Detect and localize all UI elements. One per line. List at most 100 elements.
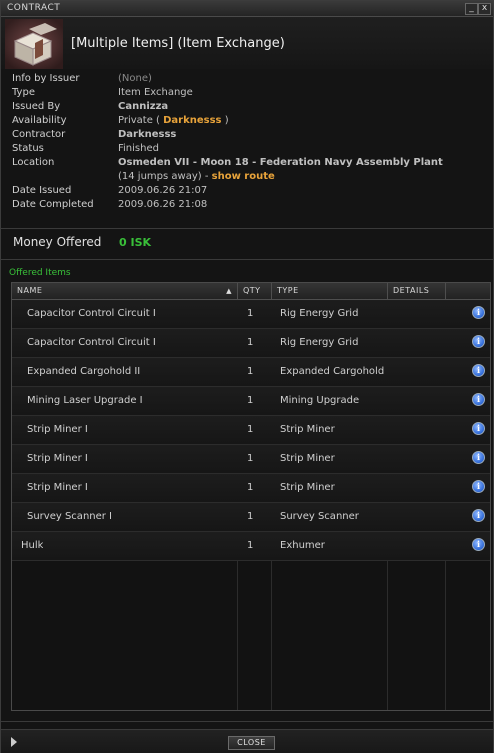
info-row-availability: Availability Private ( Darknesss ) <box>12 115 482 129</box>
item-name: Capacitor Control Circuit I <box>27 308 156 319</box>
minimize-button[interactable]: _ <box>465 3 478 15</box>
item-name: Survey Scanner I <box>27 511 113 522</box>
column-header-details[interactable]: DETAILS <box>388 283 446 299</box>
item-qty: 1 <box>247 482 254 493</box>
info-row-date-completed: Date Completed 2009.06.26 21:08 <box>12 199 482 213</box>
location-link[interactable]: Osmeden VII - Moon 18 - Federation Navy … <box>118 157 443 168</box>
close-button[interactable]: CLOSE <box>228 736 275 750</box>
column-details-label: DETAILS <box>393 286 430 295</box>
table-row[interactable]: Capacitor Control Circuit I 1 Rig Energy… <box>12 329 490 358</box>
offered-items-title: Offered Items <box>9 268 71 278</box>
show-info-icon[interactable]: i <box>472 393 485 406</box>
availability-value: Private ( Darknesss ) <box>118 115 229 126</box>
show-info-icon[interactable]: i <box>472 364 485 377</box>
date-issued-label: Date Issued <box>12 185 72 196</box>
item-type: Strip Miner <box>280 453 335 464</box>
money-offered-label: Money Offered <box>13 235 102 249</box>
column-type-label: TYPE <box>277 286 299 295</box>
item-type: Rig Energy Grid <box>280 308 359 319</box>
status-value: Finished <box>118 143 159 154</box>
item-name: Hulk <box>21 540 44 551</box>
show-info-icon[interactable]: i <box>472 480 485 493</box>
window-title: CONTRACT <box>7 3 61 13</box>
info-row-location: Location Osmeden VII - Moon 18 - Federat… <box>12 157 482 171</box>
item-type: Mining Upgrade <box>280 395 360 406</box>
item-name: Strip Miner I <box>27 424 88 435</box>
column-header-qty[interactable]: QTY <box>238 283 272 299</box>
expand-arrow-icon[interactable] <box>11 737 17 747</box>
info-by-issuer-label: Info by Issuer <box>12 73 80 84</box>
contract-icon <box>5 19 63 69</box>
item-name: Strip Miner I <box>27 453 88 464</box>
column-qty-label: QTY <box>243 286 261 295</box>
show-info-icon[interactable]: i <box>472 509 485 522</box>
item-qty: 1 <box>247 308 254 319</box>
show-route-link[interactable]: show route <box>212 171 275 182</box>
item-qty: 1 <box>247 366 254 377</box>
contract-header: [Multiple Items] (Item Exchange) <box>1 17 493 69</box>
column-header-type[interactable]: TYPE <box>272 283 388 299</box>
table-row[interactable]: Strip Miner I 1 Strip Miner i <box>12 416 490 445</box>
item-qty: 1 <box>247 540 254 551</box>
jumps-text: (14 jumps away) - <box>118 171 212 182</box>
column-header-name[interactable]: NAME ▲ <box>12 283 238 299</box>
availability-name-link[interactable]: Darknesss <box>163 115 221 126</box>
info-row-contractor: Contractor Darknesss <box>12 129 482 143</box>
item-type: Rig Energy Grid <box>280 337 359 348</box>
money-offered-value: 0 ISK <box>119 236 152 249</box>
item-type: Strip Miner <box>280 424 335 435</box>
show-info-icon[interactable]: i <box>472 335 485 348</box>
table-header: NAME ▲ QTY TYPE DETAILS <box>12 283 490 300</box>
show-info-icon[interactable]: i <box>472 451 485 464</box>
table-row[interactable]: Hulk 1 Exhumer i <box>12 532 490 561</box>
close-window-button[interactable]: x <box>478 3 491 15</box>
table-row[interactable]: Mining Laser Upgrade I 1 Mining Upgrade … <box>12 387 490 416</box>
issued-by-link[interactable]: Cannizza <box>118 101 168 112</box>
date-completed-label: Date Completed <box>12 199 94 210</box>
status-label: Status <box>12 143 44 154</box>
item-qty: 1 <box>247 395 254 406</box>
item-qty: 1 <box>247 424 254 435</box>
item-qty: 1 <box>247 453 254 464</box>
column-name-label: NAME <box>17 286 43 295</box>
contract-info-list: Info by Issuer (None) Type Item Exchange… <box>12 73 482 213</box>
item-type: Expanded Cargohold <box>280 366 385 377</box>
info-row-issued-by: Issued By Cannizza <box>12 101 482 115</box>
availability-label: Availability <box>12 115 67 126</box>
window-titlebar[interactable]: CONTRACT _ x <box>1 1 493 17</box>
contract-name: [Multiple Items] (Item Exchange) <box>71 36 285 51</box>
table-row[interactable]: Expanded Cargohold II 1 Expanded Cargoho… <box>12 358 490 387</box>
item-name: Expanded Cargohold II <box>27 366 141 377</box>
contractor-label: Contractor <box>12 129 66 140</box>
table-row[interactable]: Capacitor Control Circuit I 1 Rig Energy… <box>12 300 490 329</box>
availability-suffix: ) <box>221 115 229 126</box>
sort-ascending-icon: ▲ <box>226 287 232 295</box>
item-name: Strip Miner I <box>27 482 88 493</box>
window-footer: CLOSE <box>1 729 493 753</box>
availability-prefix: Private ( <box>118 115 164 126</box>
info-row-type: Type Item Exchange <box>12 87 482 101</box>
info-row-issuer-info: Info by Issuer (None) <box>12 73 482 87</box>
item-name: Mining Laser Upgrade I <box>27 395 143 406</box>
location-label: Location <box>12 157 55 168</box>
info-row-date-issued: Date Issued 2009.06.26 21:07 <box>12 185 482 199</box>
type-value: Item Exchange <box>118 87 193 98</box>
type-label: Type <box>12 87 35 98</box>
contract-window: CONTRACT _ x [Multiple Items] (Item Exch… <box>0 0 494 753</box>
table-row[interactable]: Survey Scanner I 1 Survey Scanner i <box>12 503 490 532</box>
show-info-icon[interactable]: i <box>472 306 485 319</box>
table-row[interactable]: Strip Miner I 1 Strip Miner i <box>12 474 490 503</box>
table-body: Capacitor Control Circuit I 1 Rig Energy… <box>12 300 490 710</box>
table-row[interactable]: Strip Miner I 1 Strip Miner i <box>12 445 490 474</box>
show-info-icon[interactable]: i <box>472 422 485 435</box>
info-by-issuer-value: (None) <box>118 73 152 84</box>
item-qty: 1 <box>247 511 254 522</box>
divider <box>1 228 493 229</box>
item-qty: 1 <box>247 337 254 348</box>
show-info-icon[interactable]: i <box>472 538 485 551</box>
item-type: Exhumer <box>280 540 325 551</box>
divider <box>1 259 493 260</box>
info-row-status: Status Finished <box>12 143 482 157</box>
contractor-link[interactable]: Darknesss <box>118 129 176 140</box>
offered-items-table: NAME ▲ QTY TYPE DETAILS Capacitor Contro… <box>11 282 491 711</box>
